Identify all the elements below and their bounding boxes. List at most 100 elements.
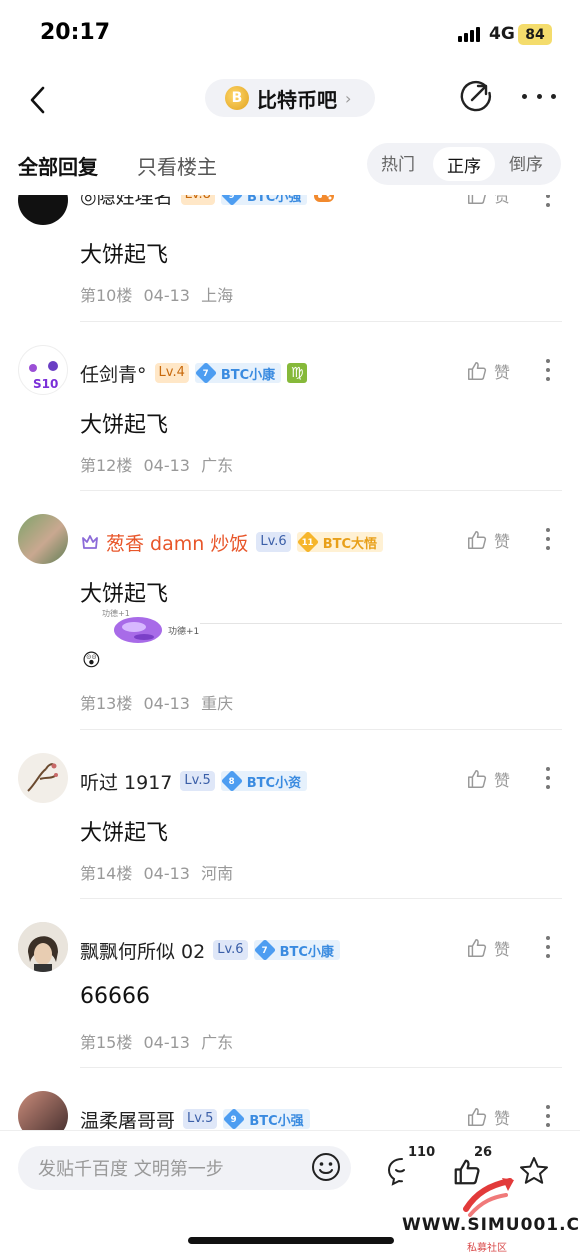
post-more-icon[interactable] bbox=[546, 767, 552, 789]
reply-meta: 第10楼 04-13 上海 bbox=[80, 282, 233, 306]
reply-content: 大饼起飞 bbox=[80, 821, 169, 846]
more-icon[interactable] bbox=[522, 86, 556, 106]
diamond-icon: 7 bbox=[253, 938, 276, 962]
thumbs-up-icon bbox=[468, 939, 487, 957]
divider bbox=[80, 898, 562, 899]
divider bbox=[80, 321, 562, 322]
comments-button[interactable]: 110 bbox=[386, 1145, 436, 1189]
avatar[interactable]: S10 bbox=[18, 345, 68, 395]
forum-title-button[interactable]: B 比特币吧 › bbox=[205, 79, 375, 117]
reply-location: 重庆 bbox=[201, 694, 234, 713]
sort-hot[interactable]: 热门 bbox=[381, 150, 415, 175]
post-more-icon[interactable] bbox=[546, 936, 552, 958]
watermark-text: WWW.SIMU001.CN bbox=[402, 1215, 580, 1235]
reply-item[interactable]: 飘飘何所似 02 Lv.6 7 BTC小康 赞 66666 第15楼 04-13… bbox=[0, 922, 580, 1068]
wooden-fish-sticker bbox=[114, 617, 162, 643]
reply-date: 04-13 bbox=[143, 1033, 190, 1052]
back-icon[interactable] bbox=[24, 80, 54, 120]
filter-bar: 全部回复 只看楼主 热门 正序 倒序 bbox=[0, 135, 580, 195]
diamond-icon: 11 bbox=[296, 530, 319, 554]
likes-count: 26 bbox=[474, 1145, 493, 1160]
reply-location: 广东 bbox=[201, 456, 234, 475]
bitcoin-icon: B bbox=[225, 86, 249, 110]
emoji-icon: 😲 bbox=[82, 650, 101, 671]
floor-number: 第10楼 bbox=[80, 286, 133, 305]
thumbs-up-icon bbox=[468, 1108, 487, 1126]
username[interactable]: 听过 1917 bbox=[80, 768, 172, 795]
like-button[interactable]: 赞 bbox=[466, 195, 510, 207]
reply-location: 广东 bbox=[201, 1033, 234, 1052]
reply-meta: 第15楼 04-13 广东 bbox=[80, 1029, 233, 1053]
reply-input[interactable]: 发贴千百度 文明第一步 bbox=[18, 1146, 351, 1190]
user-line: 听过 1917 Lv.5 8 BTC小资 bbox=[80, 767, 313, 795]
username[interactable]: 任剑青° bbox=[80, 360, 147, 387]
username[interactable]: 飘飘何所似 02 bbox=[80, 937, 205, 964]
thumbs-up-icon bbox=[468, 531, 487, 549]
like-button[interactable]: 赞 bbox=[466, 528, 510, 552]
level-badge: Lv.6 bbox=[213, 940, 248, 960]
sort-ascending[interactable]: 正序 bbox=[433, 147, 495, 181]
like-label: 赞 bbox=[494, 195, 511, 206]
reply-item[interactable]: ◎隐姓埋名 Lv.8 9 BTC小强 赞 大饼起飞 第10楼 04-13 上海 bbox=[0, 195, 580, 322]
level-badge: Lv.5 bbox=[183, 1109, 218, 1129]
username[interactable]: ◎隐姓埋名 bbox=[80, 195, 173, 209]
tab-host-only[interactable]: 只看楼主 bbox=[137, 151, 217, 180]
comments-count: 110 bbox=[408, 1145, 436, 1160]
reply-list: ◎隐姓埋名 Lv.8 9 BTC小强 赞 大饼起飞 第10楼 04-13 上海 bbox=[0, 195, 580, 1130]
reply-meta: 第12楼 04-13 广东 bbox=[80, 452, 233, 476]
watermark-logo bbox=[463, 1178, 514, 1217]
like-label: 赞 bbox=[494, 363, 511, 382]
battery-icon: 84 bbox=[518, 24, 552, 45]
post-more-icon[interactable] bbox=[546, 528, 552, 550]
reply-item[interactable]: S10 任剑青° Lv.4 7 BTC小康 ♍ 赞 大饼起飞 第12楼 04-1… bbox=[0, 345, 580, 491]
network-label: 4G bbox=[489, 24, 515, 44]
like-button[interactable]: 赞 bbox=[466, 767, 510, 791]
tab-all-replies[interactable]: 全部回复 bbox=[18, 151, 98, 180]
diamond-icon: 8 bbox=[220, 769, 243, 793]
username[interactable]: 葱香 damn 炒饭 bbox=[106, 529, 248, 556]
divider bbox=[80, 729, 562, 730]
post-more-icon[interactable] bbox=[546, 195, 552, 207]
thumbs-up-icon bbox=[468, 362, 487, 380]
reply-item[interactable]: 听过 1917 Lv.5 8 BTC小资 赞 大饼起飞 第14楼 04-13 河… bbox=[0, 753, 580, 899]
user-line: ◎隐姓埋名 Lv.8 9 BTC小强 bbox=[80, 195, 335, 209]
post-more-icon[interactable] bbox=[546, 1105, 552, 1127]
reply-item[interactable]: 葱香 damn 炒饭 Lv.6 11 BTC大悟 赞 大饼起飞 功德+1 功德+… bbox=[0, 514, 580, 730]
crown-icon bbox=[82, 535, 98, 549]
sticker-line bbox=[200, 623, 562, 624]
emoji-icon[interactable] bbox=[310, 1151, 342, 1183]
medal-badge: 9 BTC小强 bbox=[223, 1107, 310, 1130]
sort-toggle: 热门 正序 倒序 bbox=[367, 143, 561, 185]
post-more-icon[interactable] bbox=[546, 359, 552, 381]
virgo-icon: ♍ bbox=[287, 363, 308, 383]
signal-icon bbox=[458, 27, 480, 42]
avatar[interactable] bbox=[18, 1091, 68, 1130]
level-badge: Lv.5 bbox=[180, 771, 215, 791]
forum-name: 比特币吧 bbox=[257, 87, 337, 112]
like-label: 赞 bbox=[494, 940, 511, 959]
sort-descending[interactable]: 倒序 bbox=[509, 150, 543, 175]
status-bar: 20:17 4G 84 bbox=[0, 0, 580, 70]
like-button[interactable]: 赞 bbox=[466, 359, 510, 383]
reply-item[interactable]: 温柔屠哥哥 Lv.5 9 BTC小强 赞 bbox=[0, 1091, 580, 1130]
medal-label: BTC小康 bbox=[279, 944, 334, 960]
watermark-subtext: 私募社区 bbox=[467, 1243, 507, 1254]
share-icon[interactable] bbox=[458, 78, 494, 114]
like-button[interactable]: 赞 bbox=[466, 936, 510, 960]
avatar[interactable] bbox=[18, 514, 68, 564]
user-line: 飘飘何所似 02 Lv.6 7 BTC小康 bbox=[80, 936, 346, 964]
thumbs-up-icon bbox=[468, 195, 486, 204]
medal-label: BTC小康 bbox=[220, 367, 276, 383]
star-icon bbox=[520, 1157, 548, 1184]
chevron-right-icon: › bbox=[345, 88, 352, 108]
avatar[interactable] bbox=[18, 195, 68, 225]
avatar[interactable] bbox=[18, 753, 68, 803]
favorite-button[interactable] bbox=[518, 1149, 568, 1189]
username[interactable]: 温柔屠哥哥 bbox=[80, 1106, 175, 1131]
reply-content: 大饼起飞 bbox=[80, 243, 169, 268]
avatar[interactable] bbox=[18, 922, 68, 972]
reply-date: 04-13 bbox=[143, 694, 190, 713]
like-button[interactable]: 赞 bbox=[466, 1105, 510, 1129]
reply-content: 大饼起飞 bbox=[80, 582, 169, 607]
like-label: 赞 bbox=[494, 771, 511, 790]
